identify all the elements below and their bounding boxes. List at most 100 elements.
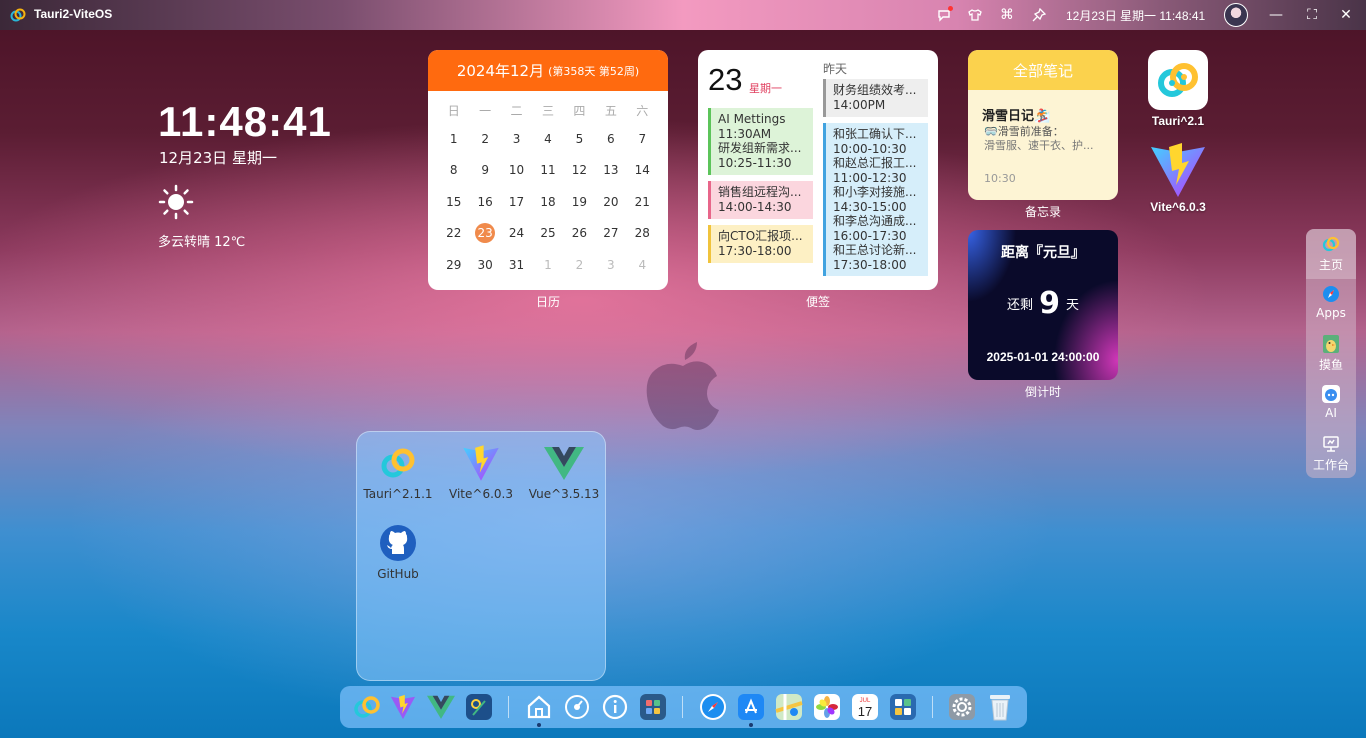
dock-app-store-icon[interactable]: [736, 692, 766, 727]
calendar-day[interactable]: 7: [627, 123, 658, 155]
calendar-day[interactable]: 16: [469, 186, 500, 218]
event-item[interactable]: 财务组绩效考... 14:00PM: [823, 79, 928, 117]
dock-reminders-icon[interactable]: [888, 692, 918, 722]
home-logo-icon: [1321, 234, 1341, 254]
calendar-header: 2024年12月 (第358天 第52周): [428, 50, 668, 91]
calendar-day[interactable]: 1: [438, 123, 469, 155]
nav-ai[interactable]: AI: [1306, 379, 1356, 429]
calendar-day[interactable]: 29: [438, 249, 469, 281]
memo-header: 全部笔记: [968, 50, 1118, 90]
user-avatar[interactable]: [1224, 3, 1248, 27]
nav-apps[interactable]: Apps: [1306, 279, 1356, 329]
calendar-day[interactable]: 26: [564, 218, 595, 250]
pin-icon[interactable]: [1031, 7, 1047, 23]
calendar-day-today[interactable]: 23: [469, 218, 500, 250]
event-item[interactable]: 销售组远程沟... 14:00-14:30: [708, 181, 813, 219]
calendar-day[interactable]: 17: [501, 186, 532, 218]
dock-maps-icon[interactable]: [464, 692, 494, 722]
calendar-subtitle: (第358天 第52周): [548, 64, 640, 78]
calendar-day[interactable]: 4: [627, 249, 658, 281]
dock-info-icon[interactable]: [600, 692, 630, 722]
calendar-day[interactable]: 31: [501, 249, 532, 281]
calendar-day[interactable]: 12: [564, 155, 595, 187]
event-item[interactable]: 和张工确认下... 10:00-10:30 和赵总汇报工... 11:00-12:3…: [823, 123, 928, 276]
nav-workbench[interactable]: 工作台: [1306, 429, 1356, 479]
calendar-day[interactable]: 6: [595, 123, 626, 155]
notes-day: 23: [708, 62, 743, 97]
calendar-day[interactable]: 9: [469, 155, 500, 187]
memo-time: 10:30: [984, 172, 1016, 185]
dock-tauri-icon[interactable]: [352, 692, 382, 722]
calendar-day[interactable]: 5: [564, 123, 595, 155]
calendar-day[interactable]: 15: [438, 186, 469, 218]
calendar-day[interactable]: 25: [532, 218, 563, 250]
github-icon: [378, 523, 418, 563]
event-item[interactable]: 向CTO汇报项... 17:30-18:00: [708, 225, 813, 263]
nav-home[interactable]: 主页: [1306, 229, 1356, 279]
tauri-icon: [1148, 50, 1208, 110]
duck-icon: [1321, 334, 1341, 354]
desktop-clock-date: 12月23日 星期一: [159, 149, 277, 167]
calendar-day[interactable]: 14: [627, 155, 658, 187]
calendar-day[interactable]: 3: [595, 249, 626, 281]
calendar-day[interactable]: 18: [532, 186, 563, 218]
calendar-day[interactable]: 11: [532, 155, 563, 187]
notes-widget[interactable]: 23 星期一 昨天 AI Mettings 11:30AM 研发组新需求... 10…: [698, 50, 938, 290]
dock-separator: [682, 696, 683, 718]
dock-trash-icon[interactable]: [985, 692, 1015, 722]
calendar-day[interactable]: 19: [564, 186, 595, 218]
app-folder: Tauri^2.1.1 Vite^6.0.3 Vue^3.5.13 GitHub: [356, 431, 606, 681]
command-icon[interactable]: ⌘: [999, 7, 1015, 23]
chat-icon[interactable]: [936, 6, 953, 23]
dock-calendar-icon[interactable]: JUL 17: [850, 692, 880, 722]
calendar-day[interactable]: 22: [438, 218, 469, 250]
calendar-weekday: 四: [573, 103, 586, 118]
calendar-day[interactable]: 10: [501, 155, 532, 187]
dock-vue-icon[interactable]: [426, 692, 456, 722]
calendar-weekday: 六: [636, 103, 649, 118]
dock-app-grid-icon[interactable]: [638, 692, 668, 722]
calendar-widget[interactable]: 2024年12月 (第358天 第52周) 日一二三四五六 1 2 3 4 5 6 7 8 9 10…: [428, 50, 668, 290]
calendar-day[interactable]: 8: [438, 155, 469, 187]
calendar-day[interactable]: 4: [532, 123, 563, 155]
notes-weekday: 星期一: [749, 82, 782, 95]
memo-widget[interactable]: 全部笔记 滑雪日记🏂 🥽滑雪前准备： 滑雪服、速干衣、护... 10:30: [968, 50, 1118, 200]
calendar-day[interactable]: 30: [469, 249, 500, 281]
ai-bot-icon: [1321, 384, 1341, 404]
dock-settings-icon[interactable]: [947, 692, 977, 722]
desktop-app-tauri[interactable]: Tauri^2.1: [1148, 50, 1208, 128]
dock-photos-icon[interactable]: [812, 692, 842, 722]
folder-app-vite[interactable]: Vite^6.0.3: [441, 443, 521, 501]
dock-home-icon[interactable]: [524, 692, 554, 727]
calendar-day[interactable]: 24: [501, 218, 532, 250]
calendar-day[interactable]: 27: [595, 218, 626, 250]
event-item[interactable]: AI Mettings 11:30AM 研发组新需求... 10:25-11:30: [708, 108, 813, 175]
minimize-button[interactable]: —: [1266, 5, 1286, 25]
countdown-title: 距离『元旦』: [1001, 245, 1085, 261]
folder-app-tauri[interactable]: Tauri^2.1.1: [358, 443, 438, 501]
calendar-day[interactable]: 1: [532, 249, 563, 281]
maximize-button[interactable]: ⛶: [1302, 5, 1322, 25]
calendar-day[interactable]: 21: [627, 186, 658, 218]
calendar-day[interactable]: 3: [501, 123, 532, 155]
countdown-days: 9: [1039, 286, 1060, 321]
dock-dashboard-icon[interactable]: [562, 692, 592, 722]
calendar-day[interactable]: 28: [627, 218, 658, 250]
countdown-target-date: 2025-01-01 24:00:00: [986, 350, 1100, 364]
calendar-day[interactable]: 2: [564, 249, 595, 281]
folder-app-github[interactable]: GitHub: [358, 523, 438, 581]
shirt-icon[interactable]: [967, 7, 983, 23]
countdown-widget[interactable]: 距离『元旦』 还剩 9 天 2025-01-01 24:00:00: [968, 230, 1118, 380]
calendar-month: 2024年12月: [456, 62, 545, 80]
dock-maps-app-icon[interactable]: [774, 692, 804, 722]
calendar-day[interactable]: 13: [595, 155, 626, 187]
calendar-day[interactable]: 20: [595, 186, 626, 218]
calendar-day[interactable]: 2: [469, 123, 500, 155]
calendar-weekday: 一: [479, 103, 492, 118]
desktop-app-vite[interactable]: Vite^6.0.3: [1148, 140, 1208, 214]
close-button[interactable]: ✕: [1336, 5, 1356, 25]
dock-safari-icon[interactable]: [698, 692, 728, 722]
dock-vite-icon[interactable]: [388, 692, 418, 722]
nav-moyu[interactable]: 摸鱼: [1306, 329, 1356, 379]
folder-app-vue[interactable]: Vue^3.5.13: [524, 443, 604, 501]
